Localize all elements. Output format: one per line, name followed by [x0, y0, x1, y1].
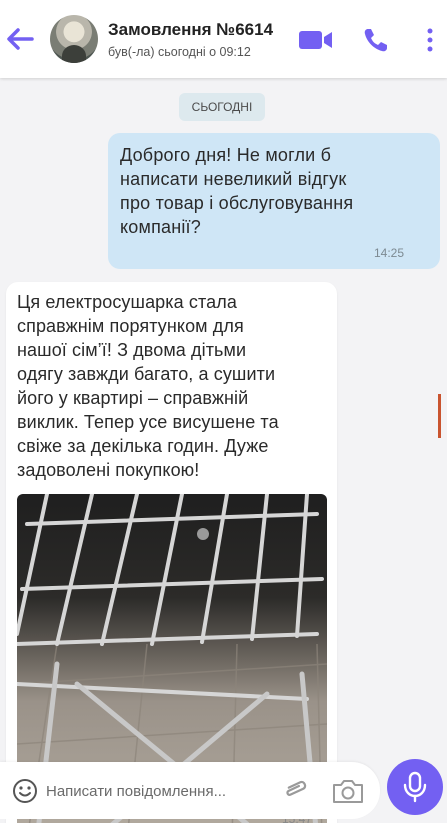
- paperclip-icon[interactable]: [280, 776, 310, 806]
- phone-call-icon[interactable]: [362, 26, 390, 54]
- message-line: компанії?: [120, 217, 201, 237]
- message-line: написати невеликий відгук: [120, 169, 347, 189]
- message-line: Доброго дня! Не могли б: [120, 145, 332, 165]
- scroll-indicator: [438, 394, 441, 438]
- camera-icon[interactable]: [330, 777, 366, 805]
- incoming-message[interactable]: Ця електросушарка стала справжнім поряту…: [6, 282, 337, 823]
- video-call-icon[interactable]: [298, 26, 334, 54]
- chat-title[interactable]: Замовлення №6614: [108, 20, 273, 40]
- more-options-icon[interactable]: [424, 26, 436, 54]
- avatar[interactable]: [50, 15, 98, 63]
- message-line: його у квартирі – справжній: [17, 388, 249, 408]
- message-input[interactable]: [46, 776, 266, 806]
- date-divider: СЬОГОДНІ: [179, 93, 265, 121]
- outgoing-message[interactable]: Доброго дня! Не могли б написати невелик…: [108, 133, 440, 269]
- message-text: Ця електросушарка стала справжнім поряту…: [17, 290, 327, 482]
- message-line: виклик. Тепер усе висушене та: [17, 412, 279, 432]
- message-line: про товар і обслуговування: [120, 193, 354, 213]
- message-line: справжнім порятунком для: [17, 316, 244, 336]
- message-composer: [0, 762, 380, 819]
- microphone-icon: [403, 771, 427, 803]
- back-arrow-icon[interactable]: [6, 26, 34, 52]
- message-line: Ця електросушарка стала: [17, 292, 237, 312]
- chat-header: Замовлення №6614 був(-ла) сьогодні о 09:…: [0, 0, 447, 78]
- emoji-icon[interactable]: [12, 778, 38, 804]
- voice-message-button[interactable]: [387, 759, 443, 815]
- message-line: свіже за декілька годин. Дуже: [17, 436, 269, 456]
- message-text: Доброго дня! Не могли б написати невелик…: [120, 143, 428, 239]
- last-seen-status: був(-ла) сьогодні о 09:12: [108, 45, 251, 59]
- message-line: задоволені покупкою!: [17, 460, 200, 480]
- message-line: одягу завжди багато, а сушити: [17, 364, 276, 384]
- message-time: 14:25: [373, 246, 404, 260]
- message-line: нашої сім’ї! З двома дітьми: [17, 340, 247, 360]
